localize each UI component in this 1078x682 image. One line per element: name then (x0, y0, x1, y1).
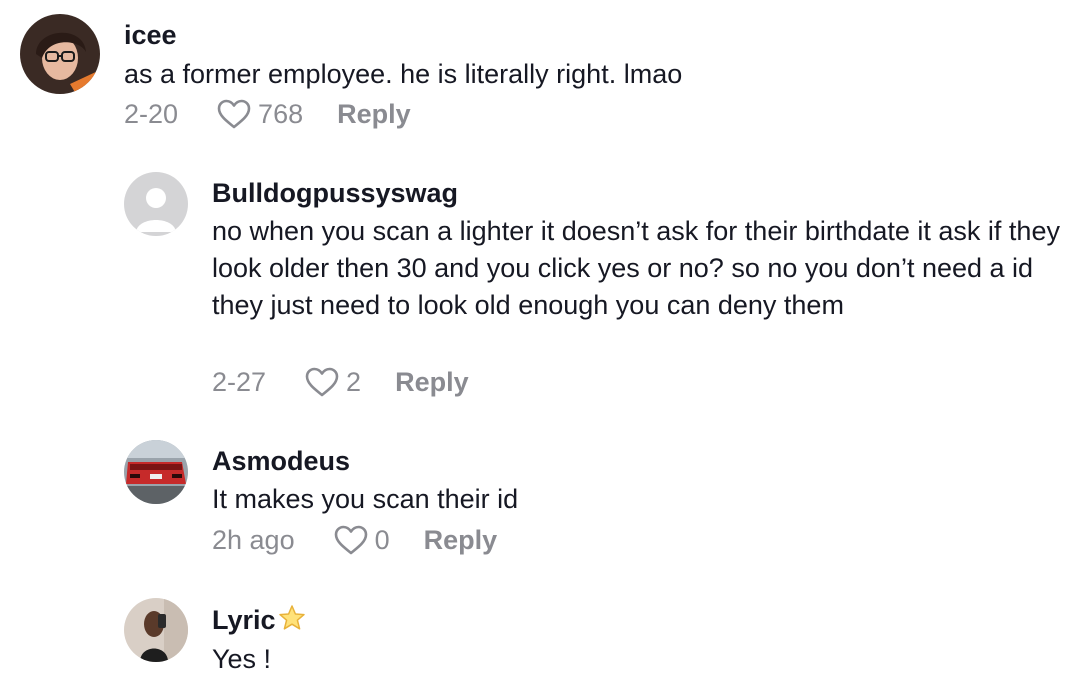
avatar[interactable] (20, 14, 100, 94)
like-button[interactable]: 2 (304, 366, 361, 398)
comment-username[interactable]: Bulldogpussyswag (212, 178, 458, 209)
star-emoji-icon (278, 605, 305, 630)
comment-date: 2-20 (124, 98, 179, 129)
comment-text: as a former employee. he is literally ri… (124, 59, 683, 89)
profile-photo-avatar (20, 14, 100, 94)
comment-username[interactable]: Lyric (212, 604, 306, 636)
like-count: 2 (346, 366, 362, 397)
comment-text: It makes you scan their id (212, 484, 519, 514)
comment-username[interactable]: Asmodeus (212, 446, 350, 477)
comment-date: 2h ago (212, 524, 295, 555)
comment-text: no when you scan a lighter it doesn’t as… (212, 216, 1060, 320)
avatar[interactable] (124, 172, 188, 236)
heart-icon (334, 525, 367, 555)
reply-button[interactable]: Reply (337, 99, 411, 130)
like-button[interactable]: 0 (333, 524, 390, 556)
default-user-icon (124, 172, 188, 236)
heart-icon (305, 367, 339, 397)
comment-meta: 2h ago 0 Reply (212, 524, 497, 556)
comment-date: 2-27 (212, 366, 267, 397)
avatar[interactable] (124, 598, 188, 662)
reply-button[interactable]: Reply (424, 525, 498, 556)
comment-text: Yes ! (212, 644, 272, 674)
avatar[interactable] (124, 440, 188, 504)
comment-meta: 2-20 768 Reply (124, 98, 411, 130)
comment-meta: 2-27 2 Reply (212, 366, 469, 398)
reply-button[interactable]: Reply (395, 367, 469, 398)
like-count: 768 (258, 98, 304, 129)
selfie-photo-avatar (124, 598, 188, 662)
heart-icon (217, 99, 251, 129)
like-count: 0 (374, 524, 390, 555)
username-text: Lyric (212, 605, 276, 635)
like-button[interactable]: 768 (216, 98, 303, 130)
red-car-photo-avatar (124, 440, 188, 504)
comment-username[interactable]: icee (124, 20, 177, 51)
